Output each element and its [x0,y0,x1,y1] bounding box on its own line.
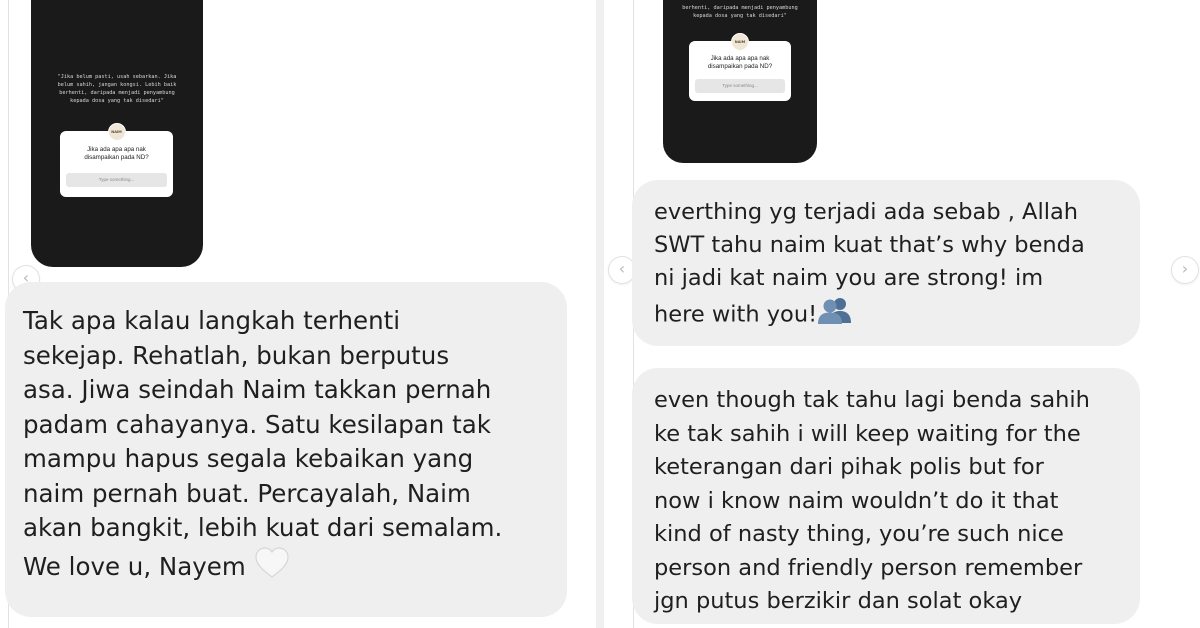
message-text: Tak apa kalau langkah terhenti sekejap. … [23,304,502,589]
busts-in-silhouette-icon [817,295,853,335]
white-heart-icon [254,546,290,590]
question-sticker: NAIM Jika ada apa apa nak disampaikan pa… [689,33,791,101]
message-bubble[interactable]: everthing yg terjadi ada sebab , Allah S… [632,180,1140,346]
left-message-panel: "Jika belum pasti, usah sebarkan. Jika b… [0,0,596,628]
message-text-content: everthing yg terjadi ada sebab , Allah S… [654,199,1085,328]
message-text: even though tak tahu lagi benda sahih ke… [654,387,1090,614]
question-sticker: NAIM Jika ada apa apa nak disampaikan pa… [60,123,173,197]
story-quote-text: "Jika belum pasti, usah sebarkan. Jika b… [57,74,177,104]
story-quote-text: berhenti, daripada menjadi penyambung ke… [682,5,798,19]
avatar: NAIM [731,33,749,51]
question-sticker-prompt: Jika ada apa apa nak disampaikan pada ND… [84,146,149,161]
question-sticker-prompt: Jika ada apa apa nak disampaikan pada ND… [707,55,773,70]
question-sticker-input: Type something... [66,173,167,187]
avatar: NAIM [107,123,126,141]
chevron-left-icon: ‹ [618,259,626,278]
message-bubble[interactable]: Tak apa kalau langkah terhenti sekejap. … [5,282,567,617]
next-button[interactable]: › [1172,257,1198,283]
message-bubble[interactable]: even though tak tahu lagi benda sahih ke… [632,368,1140,624]
story-reply-preview[interactable]: "Jika belum pasti, usah sebarkan. Jika b… [31,0,203,267]
chevron-right-icon: › [1181,259,1189,278]
story-reply-preview[interactable]: berhenti, daripada menjadi penyambung ke… [663,0,817,163]
message-text-content: Tak apa kalau langkah terhenti sekejap. … [23,306,503,581]
message-text: everthing yg terjadi ada sebab , Allah S… [654,196,1085,335]
panel-divider [596,0,604,628]
right-message-panel: berhenti, daripada menjadi penyambung ke… [604,0,1200,628]
question-sticker-input: Type something... [695,79,785,93]
